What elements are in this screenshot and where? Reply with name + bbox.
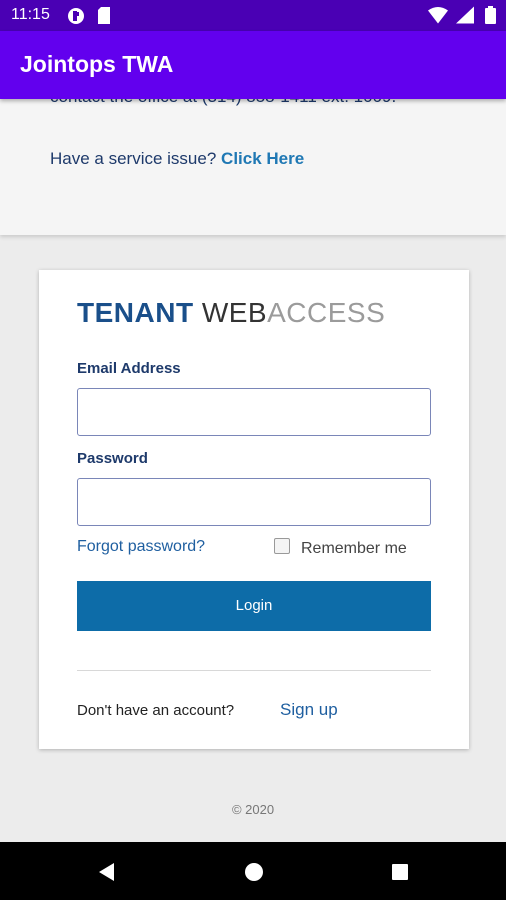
- recents-icon[interactable]: [389, 861, 411, 883]
- logo-access-text: ACCESS: [267, 297, 386, 328]
- email-field[interactable]: [77, 388, 431, 436]
- contact-text: contact the office at (314) 858-1411 ext…: [50, 99, 396, 107]
- sd-card-icon: [98, 7, 110, 24]
- remember-me-checkbox[interactable]: [274, 538, 290, 554]
- battery-icon: [485, 6, 496, 24]
- remember-me-label[interactable]: Remember me: [301, 540, 407, 558]
- home-icon[interactable]: [243, 861, 265, 883]
- navigation-bar: [0, 842, 506, 900]
- notification-icon: [68, 8, 84, 24]
- signal-icon: [456, 6, 474, 24]
- login-card: TENANT WEBACCESS Email Address Password …: [39, 270, 469, 749]
- app-bar: Jointops TWA: [0, 31, 506, 99]
- tenant-webaccess-logo: TENANT WEBACCESS: [77, 297, 385, 329]
- divider: [77, 670, 431, 671]
- forgot-password-link[interactable]: Forgot password?: [77, 538, 205, 556]
- back-icon[interactable]: [96, 861, 118, 883]
- service-issue-link[interactable]: Click Here: [221, 149, 304, 168]
- wifi-icon: [428, 7, 448, 24]
- copyright: © 2020: [231, 802, 275, 817]
- email-label: Email Address: [77, 360, 181, 377]
- logo-tenant-text: TENANT: [77, 297, 194, 328]
- web-content[interactable]: contact the office at (314) 858-1411 ext…: [0, 99, 506, 842]
- status-bar: 11:15: [0, 0, 506, 31]
- password-field[interactable]: [77, 478, 431, 526]
- app-title: Jointops TWA: [20, 51, 174, 77]
- info-panel: contact the office at (314) 858-1411 ext…: [0, 99, 506, 235]
- service-issue-text: Have a service issue?: [50, 149, 217, 168]
- service-issue-line: Have a service issue? Click Here: [50, 149, 304, 169]
- logo-web-text: WEB: [201, 297, 268, 328]
- password-label: Password: [77, 450, 148, 467]
- no-account-text: Don't have an account?: [77, 702, 235, 719]
- login-button[interactable]: Login: [77, 581, 431, 631]
- sign-up-link[interactable]: Sign up: [280, 700, 338, 720]
- status-time: 11:15: [11, 6, 50, 23]
